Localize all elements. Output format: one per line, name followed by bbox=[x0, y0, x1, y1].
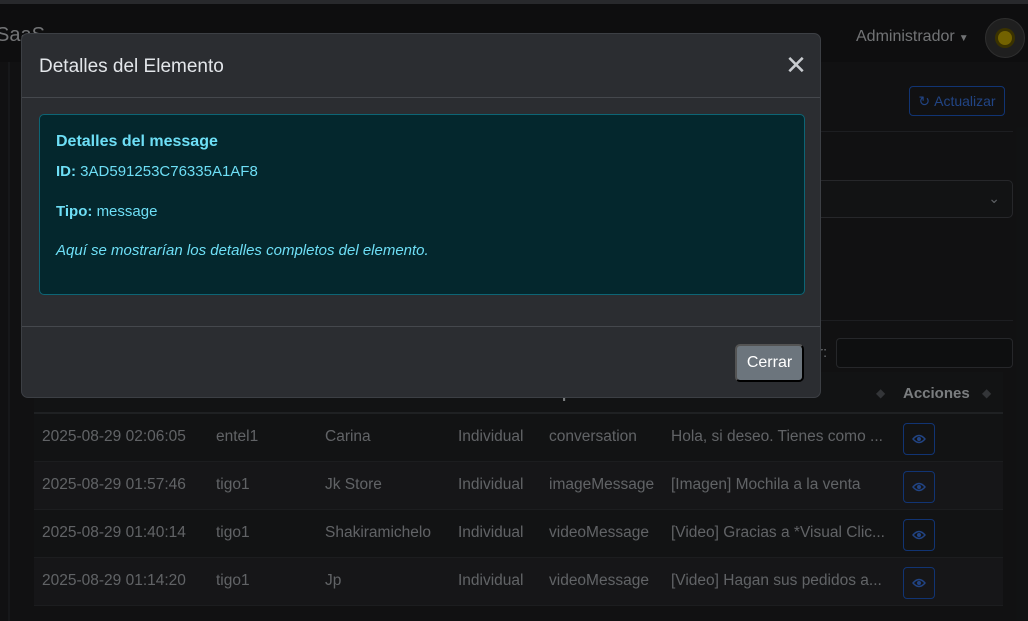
modal-title: Detalles del Elemento bbox=[39, 56, 224, 77]
close-button[interactable]: Cerrar bbox=[735, 344, 804, 382]
id-value: 3AD591253C76335A1AF8 bbox=[80, 163, 258, 180]
modal-footer: Cerrar bbox=[22, 326, 820, 398]
id-label: ID: bbox=[56, 163, 76, 180]
details-modal: Detalles del Elemento ✕ Detalles del mes… bbox=[21, 33, 821, 398]
info-alert: Detalles del message ID: 3AD591253C76335… bbox=[39, 114, 805, 295]
modal-header: Detalles del Elemento ✕ bbox=[22, 34, 820, 98]
close-icon[interactable]: ✕ bbox=[784, 52, 808, 78]
alert-title: Detalles del message bbox=[56, 133, 218, 150]
details-note: Aquí se mostrarían los detalles completo… bbox=[56, 242, 429, 259]
tipo-line: Tipo: message bbox=[56, 203, 157, 220]
id-line: ID: 3AD591253C76335A1AF8 bbox=[56, 163, 258, 180]
tipo-value: message bbox=[96, 203, 158, 220]
tipo-label: Tipo: bbox=[56, 203, 93, 220]
